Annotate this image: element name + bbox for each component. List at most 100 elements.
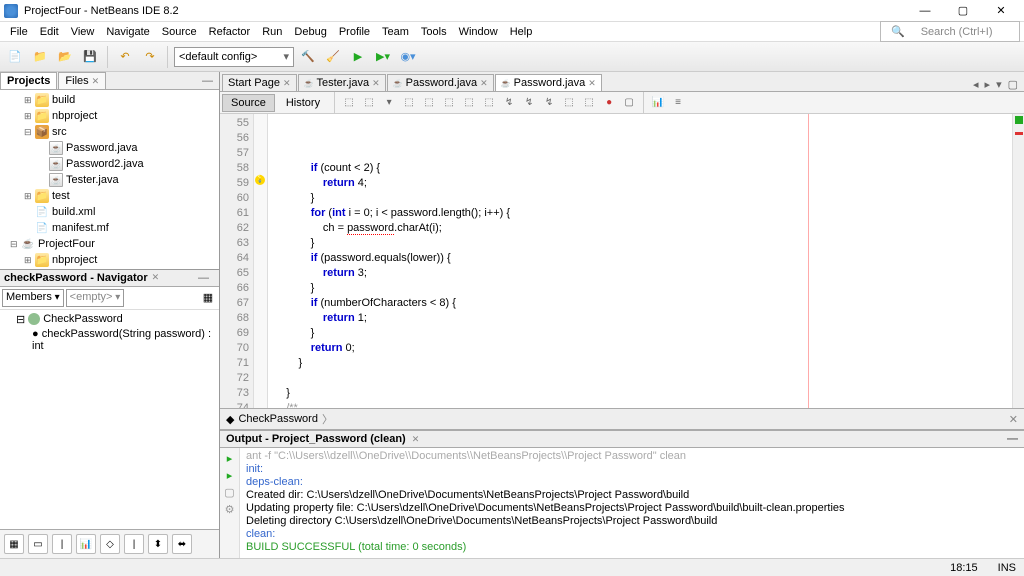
build-button[interactable]: 🔨 xyxy=(297,46,319,68)
close-icon[interactable]: ✕ xyxy=(412,434,420,445)
tab-tester[interactable]: ☕Tester.java✕ xyxy=(298,74,386,91)
navigator-method[interactable]: ● checkPassword(String password) : int xyxy=(2,327,217,353)
tab-password[interactable]: ☕Password.java✕ xyxy=(387,74,494,91)
new-project-button[interactable]: 📁 xyxy=(29,46,51,68)
close-icon[interactable]: ✕ xyxy=(283,78,291,89)
palette-btn[interactable]: ⬍ xyxy=(148,534,168,554)
minimize-panel-icon[interactable]: — xyxy=(1007,433,1018,445)
close-button[interactable]: ✕ xyxy=(982,0,1020,22)
menu-view[interactable]: View xyxy=(65,24,101,40)
fold-margin[interactable]: 💡 xyxy=(254,114,268,408)
settings-icon[interactable]: ⚙ xyxy=(225,503,235,516)
prev-tab-icon[interactable]: ◂ xyxy=(973,78,979,91)
palette-btn[interactable]: 📊 xyxy=(76,534,96,554)
minimize-panel-icon[interactable]: — xyxy=(196,75,219,87)
tab-list-icon[interactable]: ▾ xyxy=(996,78,1002,91)
next-tab-icon[interactable]: ▸ xyxy=(985,78,991,91)
editor-toolbar-button[interactable]: ↯ xyxy=(520,94,538,112)
rerun-icon[interactable]: ▸ xyxy=(227,469,233,482)
empty-combo[interactable]: <empty> ▾ xyxy=(66,289,125,307)
menu-navigate[interactable]: Navigate xyxy=(100,24,155,40)
run-button[interactable]: ▶ xyxy=(347,46,369,68)
editor-toolbar-button[interactable]: ≡ xyxy=(669,94,687,112)
code-body[interactable]: if (count < 2) { return 4; } for (int i … xyxy=(268,114,1012,408)
close-icon[interactable]: ✕ xyxy=(480,78,488,89)
editor-toolbar-button[interactable]: ⬚ xyxy=(580,94,598,112)
code-editor[interactable]: 5556575859606162636465666768697071727374… xyxy=(220,114,1024,408)
editor-toolbar-button[interactable]: ⬚ xyxy=(420,94,438,112)
palette-btn[interactable]: ▭ xyxy=(28,534,48,554)
close-icon[interactable]: ✕ xyxy=(1009,413,1018,426)
history-tab[interactable]: History xyxy=(277,94,329,112)
menu-tools[interactable]: Tools xyxy=(415,24,453,40)
menu-run[interactable]: Run xyxy=(256,24,288,40)
maximize-button[interactable]: ▢ xyxy=(944,0,982,22)
menu-window[interactable]: Window xyxy=(453,24,504,40)
tree-item[interactable]: 📄manifest.mf xyxy=(0,220,219,236)
menu-refactor[interactable]: Refactor xyxy=(203,24,257,40)
output-text[interactable]: ant -f "C:\\Users\\dzell\\OneDrive\\Docu… xyxy=(240,448,1024,558)
open-button[interactable]: 📂 xyxy=(54,46,76,68)
redo-button[interactable]: ↷ xyxy=(139,46,161,68)
error-mark[interactable] xyxy=(1015,132,1023,135)
menu-profile[interactable]: Profile xyxy=(333,24,376,40)
menu-edit[interactable]: Edit xyxy=(34,24,65,40)
tab-password-active[interactable]: ☕Password.java✕ xyxy=(495,74,602,91)
editor-toolbar-button[interactable]: ↯ xyxy=(540,94,558,112)
editor-toolbar-button[interactable]: ⬚ xyxy=(440,94,458,112)
filter-button[interactable]: ▦ xyxy=(199,289,217,307)
close-icon[interactable]: ✕ xyxy=(372,78,380,89)
close-icon[interactable]: ✕ xyxy=(152,272,160,283)
menu-help[interactable]: Help xyxy=(504,24,539,40)
profile-button[interactable]: ◉▾ xyxy=(397,46,419,68)
debug-button[interactable]: ▶▾ xyxy=(372,46,394,68)
maximize-editor-icon[interactable]: ▢ xyxy=(1008,78,1018,91)
editor-toolbar-button[interactable]: ● xyxy=(600,94,618,112)
minimize-button[interactable]: — xyxy=(906,0,944,22)
close-icon[interactable]: ✕ xyxy=(92,76,100,87)
navigator-class[interactable]: ⊟ CheckPassword xyxy=(2,312,217,327)
palette-btn[interactable]: ⬌ xyxy=(172,534,192,554)
save-all-button[interactable]: 💾 xyxy=(79,46,101,68)
tree-item[interactable]: ⊞📁nbproject xyxy=(0,252,219,268)
menu-source[interactable]: Source xyxy=(156,24,203,40)
palette-btn[interactable]: ◇ xyxy=(100,534,120,554)
tree-item[interactable]: ☕Password2.java xyxy=(0,156,219,172)
menu-team[interactable]: Team xyxy=(376,24,415,40)
editor-toolbar-button[interactable]: ↯ xyxy=(500,94,518,112)
stop-icon[interactable]: ▢ xyxy=(224,486,234,499)
editor-toolbar-button[interactable]: ▾ xyxy=(380,94,398,112)
undo-button[interactable]: ↶ xyxy=(114,46,136,68)
menu-debug[interactable]: Debug xyxy=(288,24,332,40)
rerun-icon[interactable]: ▸ xyxy=(227,452,233,465)
close-icon[interactable]: ✕ xyxy=(588,78,596,89)
clean-build-button[interactable]: 🧹 xyxy=(322,46,344,68)
tab-start-page[interactable]: Start Page✕ xyxy=(222,74,297,91)
source-tab[interactable]: Source xyxy=(222,94,275,112)
search-box[interactable]: 🔍 Search (Ctrl+I) xyxy=(880,21,1020,42)
tree-item[interactable]: ⊟☕ProjectFour xyxy=(0,236,219,252)
project-tree[interactable]: ⊞📁build ⊞📁nbproject ⊟📦src☕Password.java☕Pa… xyxy=(0,90,219,269)
editor-toolbar-button[interactable]: ⬚ xyxy=(460,94,478,112)
config-selector[interactable]: <default config>▾ xyxy=(174,47,294,67)
tree-item[interactable]: ⊟📦src xyxy=(0,124,219,140)
breadcrumb-class[interactable]: CheckPassword xyxy=(238,413,317,425)
palette-btn[interactable]: | xyxy=(52,534,72,554)
tree-item[interactable]: ☕Tester.java xyxy=(0,172,219,188)
tree-item[interactable]: ☕Password.java xyxy=(0,140,219,156)
tab-projects[interactable]: Projects xyxy=(0,72,57,89)
members-combo[interactable]: Members ▾ xyxy=(2,289,64,307)
tree-item[interactable]: ⊞📁test xyxy=(0,188,219,204)
editor-toolbar-button[interactable]: ▢ xyxy=(620,94,638,112)
tree-item[interactable]: ⊞📁build xyxy=(0,92,219,108)
palette-btn[interactable]: | xyxy=(124,534,144,554)
editor-toolbar-button[interactable]: ⬚ xyxy=(360,94,378,112)
menu-file[interactable]: File xyxy=(4,24,34,40)
editor-toolbar-button[interactable]: ⬚ xyxy=(480,94,498,112)
tab-files[interactable]: Files✕ xyxy=(58,72,106,89)
minimize-panel-icon[interactable]: — xyxy=(192,272,215,284)
editor-toolbar-button[interactable]: ⬚ xyxy=(560,94,578,112)
error-stripe[interactable] xyxy=(1012,114,1024,408)
editor-toolbar-button[interactable]: 📊 xyxy=(649,94,667,112)
tree-item[interactable]: 📄build.xml xyxy=(0,204,219,220)
